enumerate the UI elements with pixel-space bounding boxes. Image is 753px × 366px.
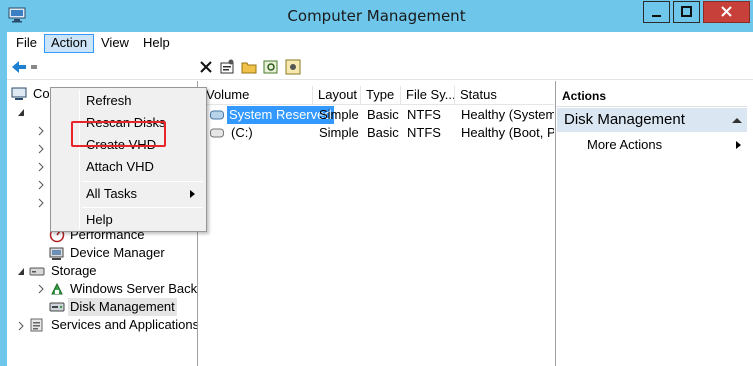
tree-root-label: Co xyxy=(33,86,50,101)
actions-section-disk-management[interactable]: Disk Management xyxy=(557,108,747,132)
expanded-arrow-icon[interactable] xyxy=(17,267,25,277)
device-manager-icon xyxy=(49,247,64,260)
close-icon xyxy=(721,6,732,17)
column-file-system[interactable]: File Sy... xyxy=(401,86,455,105)
minimize-button[interactable] xyxy=(643,1,670,23)
annotation-highlight-box xyxy=(71,121,166,147)
volume-fs: NTFS xyxy=(407,125,441,140)
menu-item-help[interactable]: Help xyxy=(53,209,204,231)
table-row[interactable]: System Reserved Simple Basic NTFS Health… xyxy=(201,106,554,124)
forward-arrow-icon[interactable] xyxy=(29,58,47,76)
tree-label: Storage xyxy=(51,263,97,278)
services-icon xyxy=(30,318,43,332)
volume-list: Volume Layout Type File Sy... Status Sys… xyxy=(201,81,554,366)
action-dropdown-menu: Refresh Rescan Disks Create VHD Attach V… xyxy=(50,87,207,232)
maximize-icon xyxy=(681,6,692,17)
volume-fs: NTFS xyxy=(407,107,441,122)
computer-icon xyxy=(11,87,27,100)
actions-section-label: Disk Management xyxy=(564,111,685,128)
volume-status: Healthy (Boot, Pa xyxy=(461,125,554,140)
disk-management-icon xyxy=(49,302,65,312)
client-area: File Action View Help Co Performance Dev… xyxy=(7,32,753,366)
storage-icon xyxy=(29,267,45,276)
actions-title: Actions xyxy=(556,86,748,107)
view-icon[interactable] xyxy=(284,58,302,76)
volume-icon xyxy=(210,128,224,138)
actions-pane: Actions Disk Management More Actions xyxy=(555,81,748,366)
title-bar: Computer Management xyxy=(0,0,753,32)
submenu-arrow-icon xyxy=(736,141,741,149)
column-volume[interactable]: Volume xyxy=(201,86,313,105)
tree-label: Windows Server Backup xyxy=(70,281,198,296)
tree-label: Device Manager xyxy=(70,245,165,260)
submenu-arrow-icon xyxy=(190,190,195,198)
expanded-arrow-icon[interactable] xyxy=(17,108,25,118)
volume-icon xyxy=(210,110,224,120)
menu-separator xyxy=(82,207,203,208)
tree-label: Disk Management xyxy=(68,298,177,316)
backup-icon xyxy=(51,282,63,295)
menu-item-refresh[interactable]: Refresh xyxy=(53,90,204,112)
volume-type: Basic xyxy=(367,107,399,122)
menu-file[interactable]: File xyxy=(10,34,43,53)
menu-item-attach-vhd[interactable]: Attach VHD xyxy=(53,156,204,178)
collapsed-arrow-icon[interactable] xyxy=(37,284,45,294)
column-type[interactable]: Type xyxy=(361,86,401,105)
volume-layout: Simple xyxy=(319,125,359,140)
menu-separator xyxy=(82,181,203,182)
column-layout[interactable]: Layout xyxy=(313,86,361,105)
back-arrow-icon[interactable] xyxy=(10,58,28,76)
volume-type: Basic xyxy=(367,125,399,140)
collapsed-arrow-icon[interactable] xyxy=(37,180,45,190)
column-status[interactable]: Status xyxy=(455,86,554,105)
collapsed-arrow-icon[interactable] xyxy=(37,162,45,172)
collapsed-arrow-icon[interactable] xyxy=(17,321,25,331)
volume-name: System Reserved xyxy=(227,106,334,124)
more-actions-link[interactable]: More Actions xyxy=(587,136,662,154)
menu-action[interactable]: Action xyxy=(44,34,95,53)
volume-list-header: Volume Layout Type File Sy... Status xyxy=(201,86,554,105)
volume-name: (C:) xyxy=(231,125,253,140)
menu-bar: File Action View Help xyxy=(7,32,753,54)
maximize-button[interactable] xyxy=(673,1,700,23)
search-icon[interactable] xyxy=(262,58,280,76)
vertical-scrollbar[interactable] xyxy=(747,81,753,366)
menu-view[interactable]: View xyxy=(95,34,135,53)
collapsed-arrow-icon[interactable] xyxy=(37,144,45,154)
properties-icon[interactable] xyxy=(218,58,236,76)
collapsed-arrow-icon[interactable] xyxy=(37,126,45,136)
collapsed-arrow-icon[interactable] xyxy=(37,198,45,208)
menu-help[interactable]: Help xyxy=(137,34,176,53)
close-button[interactable] xyxy=(703,1,750,23)
menu-item-all-tasks[interactable]: All Tasks xyxy=(53,183,204,205)
volume-layout: Simple xyxy=(319,107,359,122)
volume-status: Healthy (System, A xyxy=(461,107,554,122)
toolbar xyxy=(7,54,753,80)
table-row[interactable]: (C:) Simple Basic NTFS Healthy (Boot, Pa xyxy=(201,124,554,142)
window-title: Computer Management xyxy=(287,7,466,25)
open-folder-icon[interactable] xyxy=(240,58,258,76)
minimize-icon xyxy=(652,15,661,17)
collapse-up-icon[interactable] xyxy=(732,118,742,123)
tree-label: Services and Applications xyxy=(51,317,198,332)
delete-icon[interactable] xyxy=(197,58,215,76)
